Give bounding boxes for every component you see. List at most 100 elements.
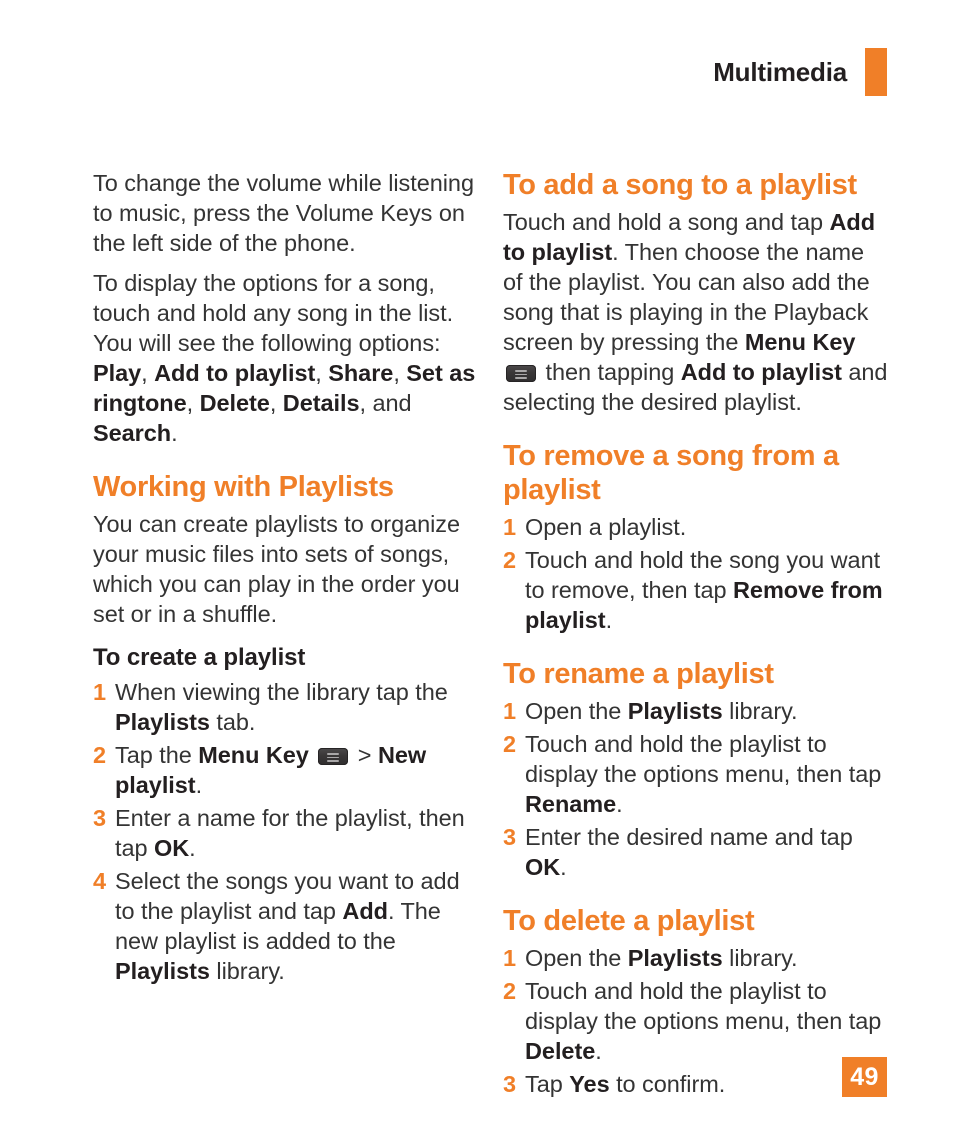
list-item: 3 Enter a name for the playlist, then tap… xyxy=(93,803,478,863)
step-number: 4 xyxy=(93,868,107,894)
step-number: 3 xyxy=(93,805,107,831)
text-run: , xyxy=(393,360,407,386)
text-run: Tap xyxy=(525,1071,570,1097)
ui-term: OK xyxy=(154,835,190,861)
ui-term: Add to playlist xyxy=(154,360,316,386)
text-run: Touch and hold the playlist to display t… xyxy=(525,978,882,1034)
step-number: 2 xyxy=(503,547,517,573)
list-item: 1 Open the Playlists library. xyxy=(503,696,888,726)
text-run: . xyxy=(616,791,623,817)
manual-page: Multimedia To change the volume while li… xyxy=(0,0,954,1145)
heading-delete-playlist: To delete a playlist xyxy=(503,905,755,937)
step-number: 3 xyxy=(503,1071,517,1097)
ui-term: Search xyxy=(93,420,172,446)
ui-term: Play xyxy=(93,360,142,386)
text-run: Enter the desired name and tap xyxy=(525,824,853,850)
list-item: 2 Touch and hold the playlist to display … xyxy=(503,729,888,819)
list-item: 2 Touch and hold the song you want to rem… xyxy=(503,545,888,635)
list-item: 1 Open the Playlists library. xyxy=(503,943,888,973)
page-number-badge: 49 xyxy=(842,1057,887,1097)
text-run: library. xyxy=(722,698,798,724)
text-run: > xyxy=(351,742,378,768)
text-run: library. xyxy=(209,958,285,984)
text-run: , xyxy=(141,360,155,386)
text-run: , xyxy=(269,390,283,416)
section-intro-paragraph: You can create playlists to organize you… xyxy=(93,509,478,629)
text-run: Open the xyxy=(525,698,628,724)
step-number: 2 xyxy=(503,978,517,1004)
list-item: 4 Select the songs you want to add to the… xyxy=(93,866,478,986)
ui-term: Add to playlist xyxy=(680,359,842,385)
body-columns: To change the volume while listening to … xyxy=(93,168,888,1102)
text-run: You can create playlists to organize you… xyxy=(93,511,461,627)
step-number: 2 xyxy=(93,742,107,768)
list-item: 1 Open a playlist. xyxy=(503,512,888,542)
step-number: 1 xyxy=(503,698,517,724)
step-number: 2 xyxy=(503,731,517,757)
ui-term: Playlists xyxy=(115,709,210,735)
text-run xyxy=(309,742,315,768)
running-header: Multimedia xyxy=(713,48,887,96)
text-run: , and xyxy=(359,390,412,416)
step-number: 1 xyxy=(503,514,517,540)
ui-term: Add xyxy=(342,898,388,924)
right-column: To add a song to a playlist Touch and hol… xyxy=(503,168,888,1102)
list-item: 3 Enter the desired name and tap OK. xyxy=(503,822,888,882)
ui-term: Playlists xyxy=(627,945,723,971)
heading-working-with-playlists: Working with Playlists xyxy=(93,471,394,503)
text-run: to confirm. xyxy=(609,1071,726,1097)
ui-term: OK xyxy=(525,854,561,880)
heading-remove-song: To remove a song from a playlist xyxy=(503,440,839,506)
heading-add-song: To add a song to a playlist xyxy=(503,169,857,201)
left-column: To change the volume while listening to … xyxy=(93,168,478,1102)
subheading-to-create-a-playlist: To create a playlist xyxy=(93,644,306,671)
left-paragraphs: To change the volume while listening to … xyxy=(93,168,478,448)
text-run: To display the options for a song, touch… xyxy=(93,270,454,356)
ui-term: Delete xyxy=(525,1038,596,1064)
ui-term: Playlists xyxy=(627,698,723,724)
ui-term: Yes xyxy=(569,1071,610,1097)
steps-remove-song: 1 Open a playlist. 2 Touch and hold the son… xyxy=(503,512,888,635)
steps-delete-playlist: 1 Open the Playlists library. 2 Touch and h… xyxy=(503,943,888,1099)
text-run: library. xyxy=(722,945,798,971)
text-run: then tapping xyxy=(539,359,681,385)
ui-term: Details xyxy=(282,390,360,416)
text-run: , xyxy=(186,390,200,416)
list-item: 3 Tap Yes to confirm. xyxy=(503,1069,888,1099)
text-run: Tap the xyxy=(115,742,199,768)
text-run: . xyxy=(195,772,203,798)
text-run: Touch and hold a song and tap xyxy=(503,209,830,235)
list-item: 2 Tap the Menu Key > New playlist. xyxy=(93,740,478,800)
ui-term: Delete xyxy=(199,390,270,416)
list-item: 2 Touch and hold the playlist to display … xyxy=(503,976,888,1066)
text-run: . xyxy=(595,1038,602,1064)
text-run: , xyxy=(315,360,329,386)
page-title: Multimedia xyxy=(713,57,847,87)
text-run: tab. xyxy=(209,709,256,735)
paragraph-song-options: To display the options for a song, touch… xyxy=(93,268,478,448)
ui-term: Menu Key xyxy=(744,329,856,355)
text-run: . xyxy=(560,854,567,880)
menu-key-icon xyxy=(506,365,536,382)
text-run: . xyxy=(171,420,178,446)
text-run: . xyxy=(189,835,196,861)
steps-create-playlist: 1 When viewing the library tap the Playli… xyxy=(93,677,478,986)
list-item: 1 When viewing the library tap the Playli… xyxy=(93,677,478,737)
section-tab-marker xyxy=(865,48,887,96)
menu-key-icon xyxy=(318,748,349,765)
text-run: Open a playlist. xyxy=(525,514,687,540)
step-number: 1 xyxy=(503,945,517,971)
text-run: To change the volume while listening to … xyxy=(93,170,474,256)
text-run: Touch and hold the playlist to display t… xyxy=(525,731,882,787)
ui-term: Share xyxy=(328,360,394,386)
step-number: 1 xyxy=(93,679,107,705)
ui-term: Playlists xyxy=(115,958,210,984)
text-run: . xyxy=(605,607,613,633)
text-run: When viewing the library tap the xyxy=(115,679,448,705)
step-number: 3 xyxy=(503,824,517,850)
ui-term: Rename xyxy=(525,791,617,817)
text-run: Open the xyxy=(525,945,628,971)
paragraph-volume: To change the volume while listening to … xyxy=(93,168,478,258)
heading-rename-playlist: To rename a playlist xyxy=(503,658,774,690)
steps-rename-playlist: 1 Open the Playlists library. 2 Touch and h… xyxy=(503,696,888,882)
